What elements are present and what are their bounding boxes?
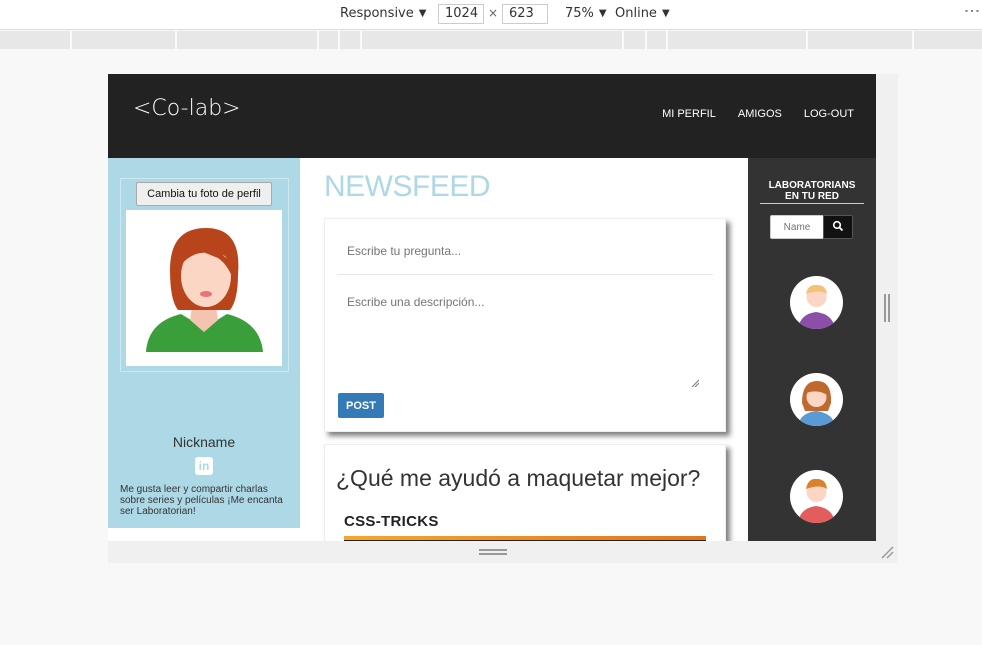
zoom-select[interactable]: 75% ▼: [565, 6, 607, 21]
main-nav: MI PERFIL AMIGOS LOG-OUT: [662, 108, 854, 120]
new-post-card: POST: [324, 218, 726, 432]
sidebar-title-line2: EN TU RED: [760, 191, 864, 204]
woman-avatar-icon: [146, 228, 263, 352]
search-button[interactable]: [823, 215, 853, 239]
post-button[interactable]: POST: [338, 393, 384, 418]
change-photo-button[interactable]: Cambia tu foto de perfil: [136, 182, 272, 206]
network-select[interactable]: Online ▼: [615, 6, 670, 21]
question-input[interactable]: [337, 227, 713, 275]
friend-avatar-2[interactable]: [790, 373, 843, 426]
friends-sidebar: LABORATORIANS EN TU RED: [748, 158, 876, 541]
friend-search: [770, 215, 853, 239]
caret-down-icon: ▼: [598, 8, 607, 19]
zoom-label: 75%: [565, 6, 594, 21]
logo[interactable]: <Co-lab>: [133, 96, 241, 121]
height-input[interactable]: 623: [502, 4, 548, 24]
more-options-icon[interactable]: ⋮: [963, 3, 982, 17]
width-input[interactable]: 1024: [438, 4, 484, 24]
search-icon: [832, 220, 844, 231]
nav-mi-perfil[interactable]: MI PERFIL: [662, 108, 716, 120]
nav-amigos[interactable]: AMIGOS: [738, 108, 782, 120]
nickname: Nickname: [172, 434, 236, 450]
girl-avatar-icon: [798, 381, 835, 426]
page-title: NEWSFEED: [324, 170, 491, 203]
device-select[interactable]: Responsive ▼: [340, 6, 426, 21]
page-viewport: <Co-lab> MI PERFIL AMIGOS LOG-OUT Cambia…: [108, 74, 876, 541]
media-query-ruler[interactable]: [0, 31, 982, 49]
article-title: ¿Qué me ayudó a maquetar mejor?: [336, 465, 701, 491]
nav-log-out[interactable]: LOG-OUT: [804, 108, 854, 120]
network-label: Online: [615, 6, 657, 21]
article-brand: CSS-TRICKS: [344, 513, 439, 530]
devtools-toolbar: Responsive ▼ 1024 × 623 75% ▼ Online ▼ ⋮: [0, 0, 982, 30]
bio-text: Me gusta leer y compartir charlas sobre …: [120, 484, 283, 517]
brand-bar-dark: [344, 540, 706, 541]
friend-avatar-3[interactable]: [790, 470, 843, 523]
device-label: Responsive: [340, 6, 414, 21]
name-search-input[interactable]: [770, 215, 824, 239]
corner-resize-handle[interactable]: [880, 545, 894, 559]
article-card[interactable]: ¿Qué me ayudó a maquetar mejor? CSS-TRIC…: [324, 444, 726, 541]
description-textarea[interactable]: [337, 289, 699, 389]
textarea-resize-icon[interactable]: [691, 379, 699, 387]
sidebar-title: LABORATORIANS EN TU RED: [748, 180, 876, 204]
bottom-resize-handle[interactable]: [479, 549, 507, 555]
friend-avatar-1[interactable]: [790, 276, 843, 329]
sidebar-title-line1: LABORATORIANS: [768, 180, 856, 191]
times-icon: ×: [488, 6, 499, 20]
app-header: <Co-lab> MI PERFIL AMIGOS LOG-OUT: [108, 74, 876, 158]
right-resize-handle[interactable]: [884, 294, 890, 322]
boy-avatar-icon: [798, 478, 835, 523]
caret-down-icon: ▼: [418, 8, 427, 19]
profile-avatar: [126, 210, 282, 366]
caret-down-icon: ▼: [661, 8, 670, 19]
linkedin-icon[interactable]: in: [195, 457, 213, 475]
boy-avatar-icon: [798, 284, 835, 329]
